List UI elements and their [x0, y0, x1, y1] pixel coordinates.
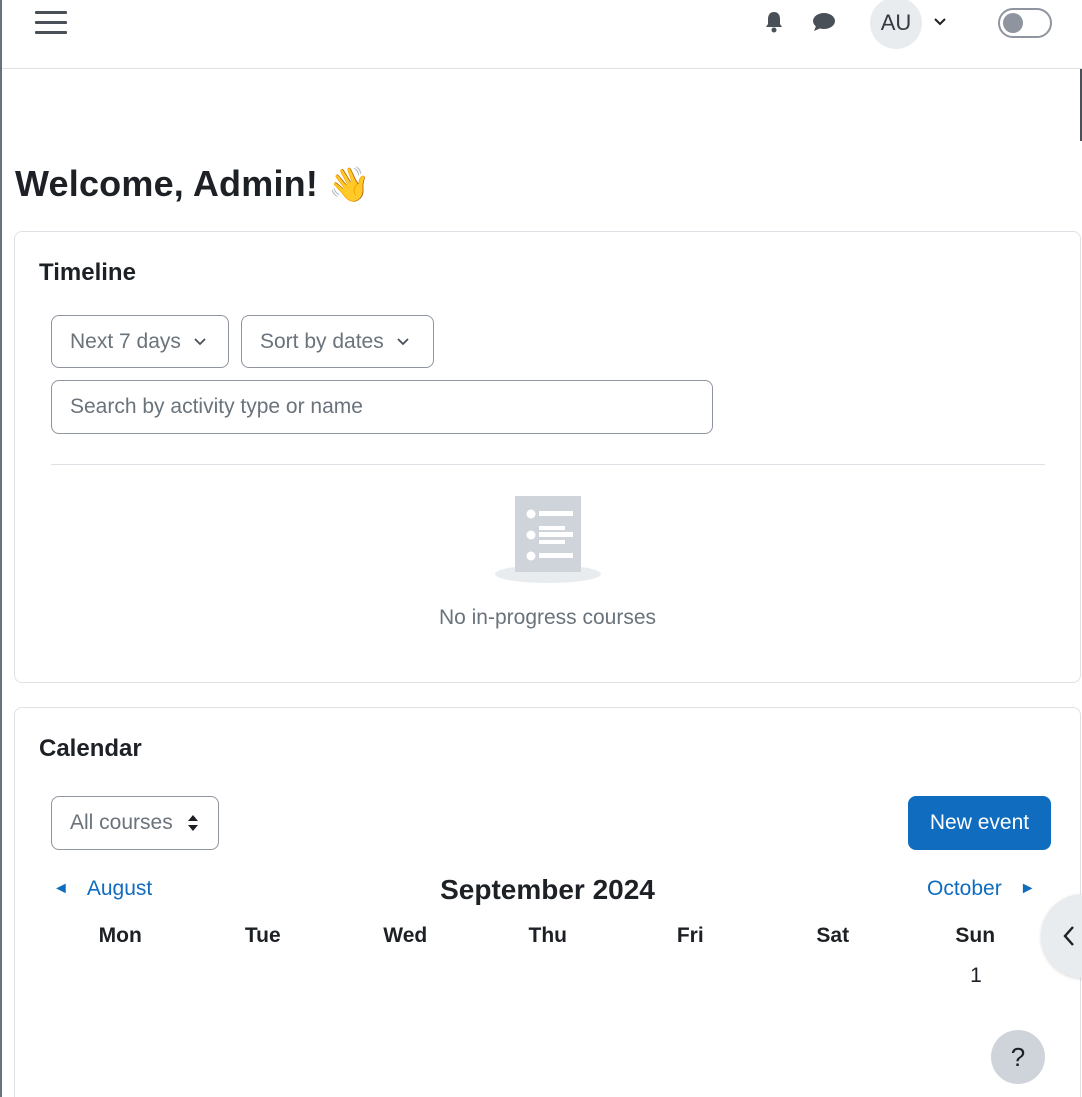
chevron-down-icon	[194, 337, 206, 345]
chevron-down-icon[interactable]	[932, 14, 948, 30]
sort-updown-icon	[187, 815, 198, 831]
weekday-header-row: Mon Tue Wed Thu Fri Sat Sun	[49, 924, 1049, 948]
chevron-left-icon	[1063, 926, 1074, 946]
chat-bubble-icon[interactable]	[810, 8, 838, 36]
waving-hand-icon: 👋	[328, 165, 371, 205]
top-navbar: AU	[2, 0, 1082, 69]
next-month-link[interactable]: October ►	[927, 877, 1036, 901]
sort-dropdown-label: Sort by dates	[260, 329, 384, 353]
timeline-sort-dropdown[interactable]: Sort by dates	[241, 315, 434, 368]
weekday-header: Sun	[955, 924, 996, 947]
timeline-title: Timeline	[39, 259, 136, 286]
window-left-edge	[0, 0, 2, 1097]
user-avatar[interactable]: AU	[870, 0, 922, 49]
timeline-search-input[interactable]	[51, 380, 713, 434]
course-filter-select[interactable]: All courses	[51, 796, 219, 850]
timeline-divider	[51, 464, 1045, 465]
empty-state-text: No in-progress courses	[438, 606, 657, 629]
page-title: Welcome, Admin! 👋	[15, 163, 371, 205]
avatar-initials: AU	[880, 10, 912, 35]
help-button[interactable]: ?	[991, 1030, 1045, 1084]
empty-list-icon	[495, 496, 601, 583]
weekday-header: Fri	[676, 924, 704, 947]
weekday-header: Tue	[244, 924, 281, 947]
toggle-knob	[1003, 13, 1023, 33]
page-title-text: Welcome, Admin!	[15, 163, 319, 204]
weekday-header: Mon	[98, 924, 142, 947]
course-filter-label: All courses	[70, 811, 173, 834]
right-arrow-icon: ►	[1019, 880, 1036, 897]
timeline-range-dropdown[interactable]: Next 7 days	[51, 315, 229, 368]
weekday-header: Wed	[383, 924, 428, 947]
bell-icon[interactable]	[760, 8, 788, 36]
next-month-label: October	[927, 877, 1002, 900]
current-month-title: September 2024	[440, 874, 655, 905]
hamburger-menu-icon[interactable]	[35, 8, 67, 36]
range-dropdown-label: Next 7 days	[70, 329, 181, 353]
timeline-card: Timeline Next 7 days Sort by dates No in…	[14, 231, 1081, 683]
weekday-header: Sat	[816, 924, 850, 947]
calendar-title: Calendar	[39, 735, 142, 762]
calendar-card: Calendar All courses New event ◄ August …	[14, 707, 1081, 1097]
edit-mode-toggle[interactable]	[998, 8, 1052, 38]
new-event-button[interactable]: New event	[908, 796, 1051, 850]
calendar-day[interactable]: 1	[966, 964, 986, 988]
weekday-header: Thu	[528, 924, 567, 947]
chevron-down-icon	[397, 337, 409, 345]
